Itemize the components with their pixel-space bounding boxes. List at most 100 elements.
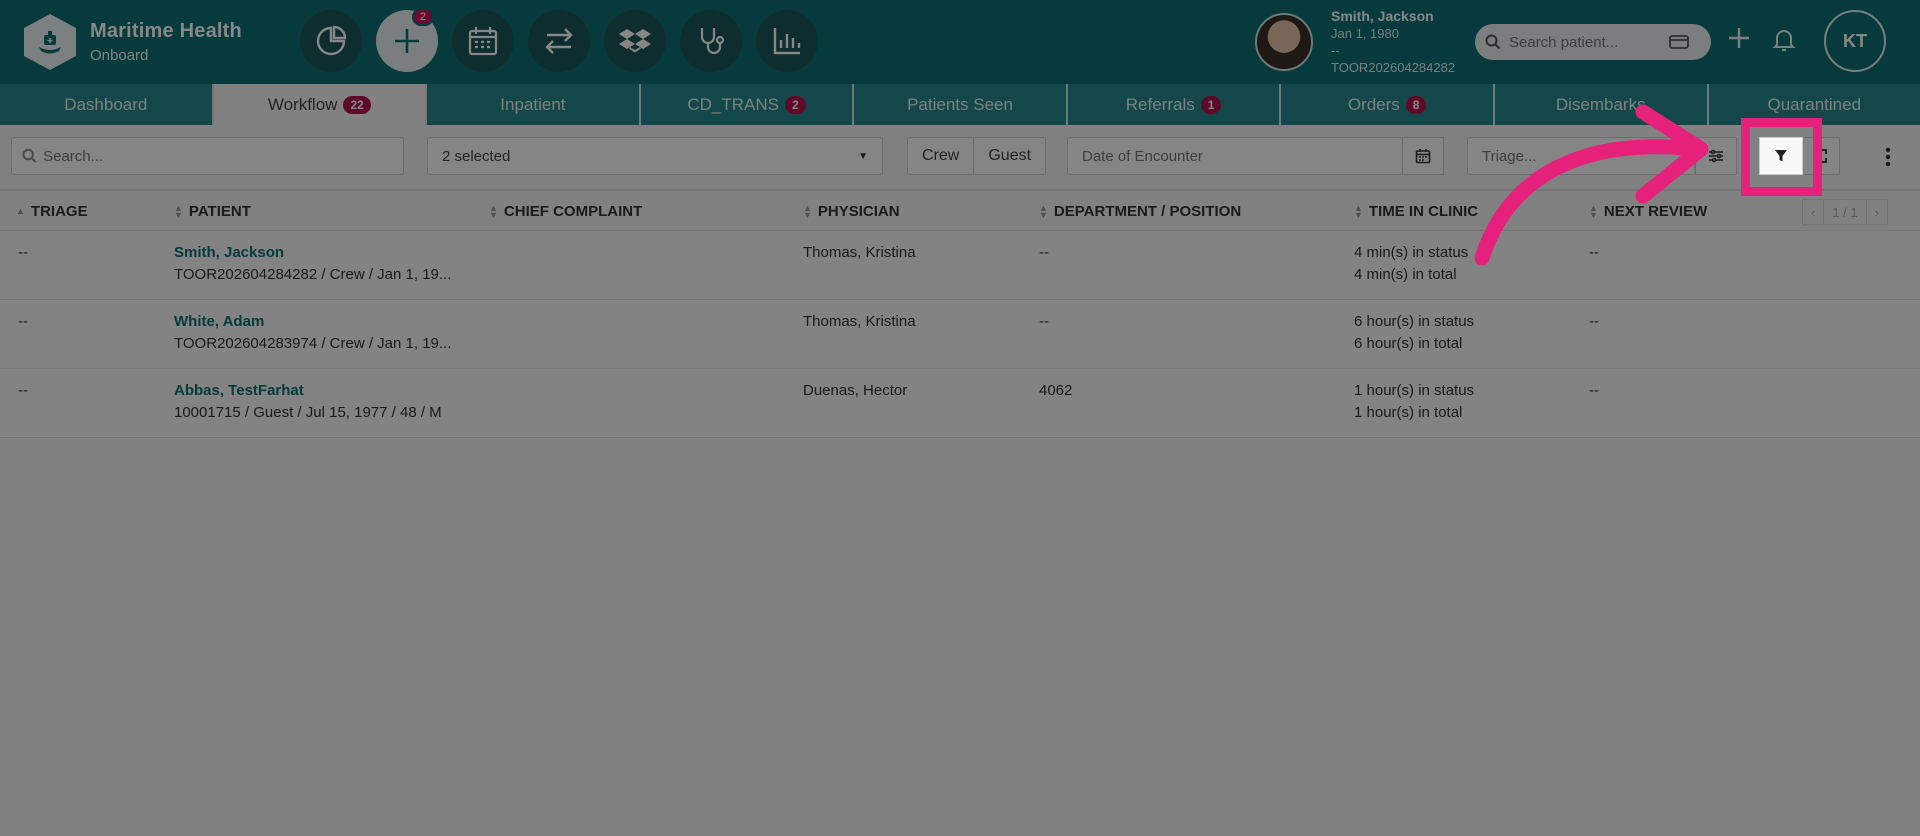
column-physician[interactable]: ▲ ▼ PHYSICIAN xyxy=(803,203,900,220)
date-of-encounter-input[interactable] xyxy=(1082,147,1402,165)
tab-label: Referrals xyxy=(1125,94,1195,114)
caret-down-icon: ▼ xyxy=(858,150,868,162)
sort-asc-icon: ▲ xyxy=(16,206,25,216)
search-icon xyxy=(22,148,37,163)
tab-label: CD_TRANS xyxy=(687,94,779,114)
triage-input[interactable] xyxy=(1482,147,1694,165)
row-next-review: -- xyxy=(1589,382,1599,399)
time-in-total: 1 hour(s) in total xyxy=(1354,404,1463,421)
row-triage: -- xyxy=(18,382,28,399)
page-indicator: 1 / 1 xyxy=(1823,200,1865,224)
column-label: NEXT REVIEW xyxy=(1603,203,1708,220)
brand-name: Maritime Health xyxy=(90,20,242,42)
tab-cd-trans[interactable]: CD_TRANS 2 xyxy=(641,84,855,125)
triage-field xyxy=(1467,137,1695,175)
bell-icon[interactable] xyxy=(1772,27,1796,53)
row-physician: Thomas, Kristina xyxy=(803,244,916,261)
tab-disembarks[interactable]: Disembarks xyxy=(1495,84,1709,125)
patient-search-box xyxy=(1475,24,1711,60)
crew-guest-toggle: Crew Guest xyxy=(907,137,1047,175)
tab-dashboard[interactable]: Dashboard xyxy=(0,84,214,125)
stethoscope-icon[interactable] xyxy=(680,10,742,72)
row-next-review: -- xyxy=(1589,313,1599,330)
status-select[interactable]: 2 selected ▼ xyxy=(427,137,883,175)
column-triage[interactable]: ▲ TRIAGE xyxy=(16,203,88,220)
column-label: PATIENT xyxy=(188,203,251,220)
filter-funnel-icon xyxy=(1775,150,1787,162)
row-department: -- xyxy=(1039,244,1049,261)
time-in-status: 4 min(s) in status xyxy=(1354,244,1469,261)
current-patient-card[interactable]: Smith, Jackson Jan 1, 1980 -- TOOR202604… xyxy=(1255,8,1455,76)
status-select-value: 2 selected xyxy=(442,147,511,165)
search-input[interactable] xyxy=(43,147,403,165)
card-scan-icon[interactable] xyxy=(1669,34,1689,50)
maritime-logo-icon xyxy=(24,14,76,70)
tab-orders[interactable]: Orders 8 xyxy=(1281,84,1495,125)
user-avatar[interactable]: KT xyxy=(1824,10,1886,72)
top-header: Maritime Health Onboard 2 Smith, Jackson… xyxy=(0,0,1920,84)
patient-search-input[interactable] xyxy=(1509,33,1669,51)
column-patient[interactable]: ▲ ▼ PATIENT xyxy=(174,203,251,220)
table-row[interactable]: -- Abbas, TestFarhat 10001715 / Guest / … xyxy=(0,369,1920,438)
column-chief-complaint[interactable]: ▲ ▼ CHIEF COMPLAINT xyxy=(489,203,642,220)
column-time-in-clinic[interactable]: ▲ ▼ TIME IN CLINIC xyxy=(1354,203,1478,220)
tab-label: Quarantined xyxy=(1767,94,1862,114)
column-label: CHIEF COMPLAINT xyxy=(503,203,643,220)
more-options-icon[interactable] xyxy=(1884,145,1892,169)
column-label: TIME IN CLINIC xyxy=(1368,203,1479,220)
row-next-review: -- xyxy=(1589,244,1599,261)
add-badge: 2 xyxy=(411,8,434,26)
tab-label: Patients Seen xyxy=(907,94,1013,114)
expand-button[interactable] xyxy=(1800,137,1840,175)
row-department: -- xyxy=(1039,313,1049,330)
patient-extra: -- xyxy=(1331,43,1340,58)
transfer-arrows-icon[interactable] xyxy=(528,10,590,72)
tab-workflow[interactable]: Workflow 22 xyxy=(213,84,428,125)
calendar-button[interactable] xyxy=(1402,137,1444,175)
column-settings-button[interactable] xyxy=(1695,137,1737,175)
calendar-icon xyxy=(1415,149,1431,164)
patient-name-link[interactable]: White, Adam xyxy=(174,311,451,333)
main-tabs: Dashboard Workflow 22 Inpatient CD_TRANS 2… xyxy=(0,84,1920,125)
row-physician: Thomas, Kristina xyxy=(803,313,916,330)
tab-badge: 22 xyxy=(343,95,371,114)
calendar-icon[interactable] xyxy=(452,10,514,72)
tab-label: Workflow xyxy=(267,94,338,114)
search-field xyxy=(11,137,404,175)
column-label: TRIAGE xyxy=(30,203,88,220)
tab-badge: 2 xyxy=(784,95,806,114)
crew-button[interactable]: Crew xyxy=(908,138,973,174)
row-department: 4062 xyxy=(1039,382,1073,399)
guest-button[interactable]: Guest xyxy=(973,138,1045,174)
prev-page-button[interactable]: ‹ xyxy=(1803,200,1823,224)
tab-referrals[interactable]: Referrals 1 xyxy=(1068,84,1282,125)
tab-label: Disembarks xyxy=(1555,94,1646,114)
column-next-review[interactable]: ▲ ▼ NEXT REVIEW xyxy=(1589,203,1707,220)
patient-detail: TOOR202604283974 / Crew / Jan 1, 19... xyxy=(174,335,452,352)
tab-quarantined[interactable]: Quarantined xyxy=(1709,84,1920,125)
sliders-icon xyxy=(1709,149,1723,163)
table-header: ▲ TRIAGE ▲ ▼ PATIENT ▲ ▼ CHIEF COMPLAINT ▲ ▼ PH… xyxy=(0,189,1920,231)
column-department[interactable]: ▲ ▼ DEPARTMENT / POSITION xyxy=(1039,203,1241,220)
tab-inpatient[interactable]: Inpatient xyxy=(427,84,641,125)
table-row[interactable]: -- White, Adam TOOR202604283974 / Crew /… xyxy=(0,300,1920,369)
filter-button[interactable] xyxy=(1759,137,1803,175)
pie-chart-icon[interactable] xyxy=(300,10,362,72)
sort-icon: ▲ ▼ xyxy=(1589,202,1598,220)
patient-name-link[interactable]: Abbas, TestFarhat xyxy=(174,380,442,402)
add-patient-button[interactable]: 2 xyxy=(376,8,438,72)
expand-icon xyxy=(1813,149,1827,163)
tab-patients-seen[interactable]: Patients Seen xyxy=(854,84,1068,125)
row-triage: -- xyxy=(18,244,28,261)
plus-icon[interactable] xyxy=(1727,26,1751,50)
patient-name-link[interactable]: Smith, Jackson xyxy=(174,242,451,264)
sort-icon: ▲ ▼ xyxy=(1354,202,1363,220)
bar-chart-icon[interactable] xyxy=(756,10,818,72)
time-in-total: 6 hour(s) in total xyxy=(1354,335,1463,352)
search-icon xyxy=(1485,34,1501,50)
brand[interactable]: Maritime Health Onboard xyxy=(24,14,242,70)
next-page-button[interactable]: › xyxy=(1865,200,1887,224)
table-row[interactable]: -- Smith, Jackson TOOR202604284282 / Cre… xyxy=(0,231,1920,300)
tab-label: Inpatient xyxy=(500,94,566,114)
dropbox-icon[interactable] xyxy=(604,10,666,72)
